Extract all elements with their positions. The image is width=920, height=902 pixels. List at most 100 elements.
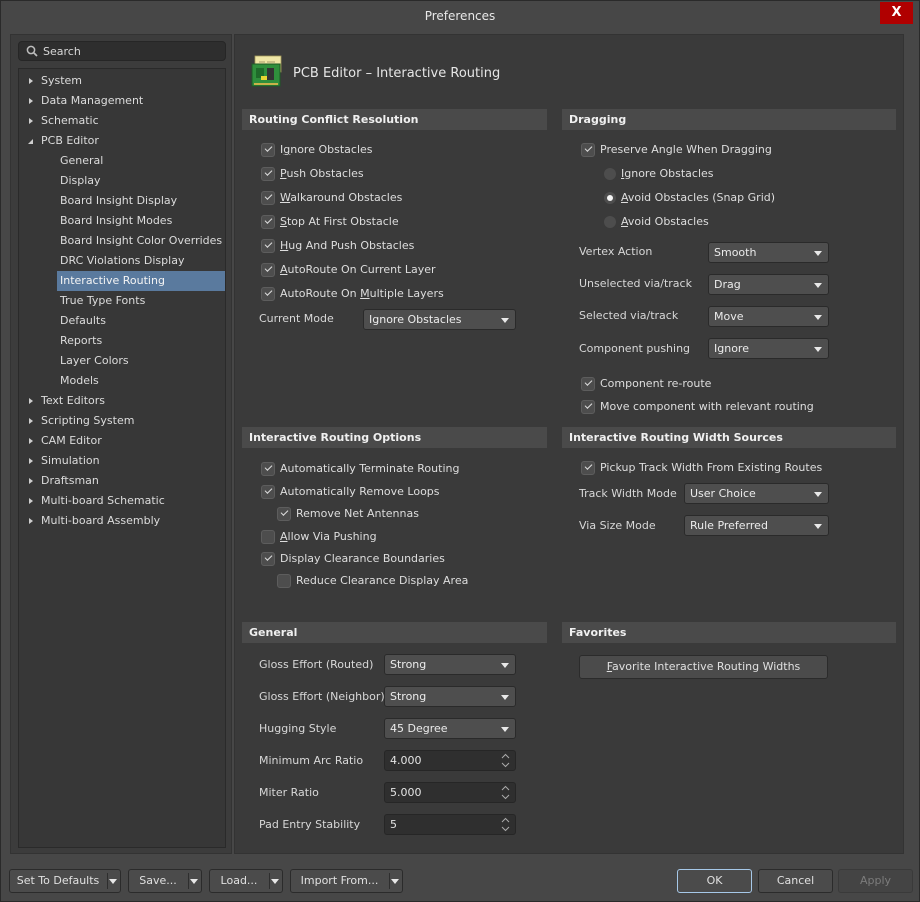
radio-button[interactable] xyxy=(604,168,616,180)
spinner-arrows-icon[interactable] xyxy=(501,817,510,832)
tree-item-reports[interactable]: Reports xyxy=(19,331,225,351)
tree-item-cam-editor[interactable]: CAM Editor xyxy=(19,431,225,451)
pad-entry-stability-input[interactable]: 5 xyxy=(384,814,516,835)
checkbox-box[interactable] xyxy=(261,287,275,301)
close-button[interactable]: X xyxy=(880,2,913,24)
set-to-defaults-button[interactable]: Set To Defaults xyxy=(9,869,121,893)
tree-item-label: Board Insight Color Overrides xyxy=(60,234,223,247)
expand-arrow-right-icon[interactable] xyxy=(27,71,37,91)
chevron-down-icon xyxy=(814,251,822,256)
min-arc-ratio-input[interactable]: 4.000 xyxy=(384,750,516,771)
tree-item-simulation[interactable]: Simulation xyxy=(19,451,225,471)
expand-arrow-right-icon[interactable] xyxy=(27,111,37,131)
tree-item-pcb-editor[interactable]: PCB Editor xyxy=(19,131,225,151)
import-from-button[interactable]: Import From... xyxy=(290,869,403,893)
spinner-arrows-icon[interactable] xyxy=(501,753,510,768)
checkbox-box[interactable] xyxy=(581,461,595,475)
gloss-effort-routed-dropdown[interactable]: Strong xyxy=(384,654,516,675)
vertex-action-dropdown[interactable]: Smooth xyxy=(708,242,829,263)
radio-button[interactable] xyxy=(604,216,616,228)
spinner-arrows-icon[interactable] xyxy=(501,785,510,800)
tree-item-label: Draftsman xyxy=(41,474,99,487)
tree-item-models[interactable]: Models xyxy=(19,371,225,391)
apply-button[interactable]: Apply xyxy=(838,869,913,893)
tree-item-schematic[interactable]: Schematic xyxy=(19,111,225,131)
tree-item-layer-colors[interactable]: Layer Colors xyxy=(19,351,225,371)
tree-item-true-type-fonts[interactable]: True Type Fonts xyxy=(19,291,225,311)
tree-item-scripting-system[interactable]: Scripting System xyxy=(19,411,225,431)
tree-item-defaults[interactable]: Defaults xyxy=(19,311,225,331)
component-pushing-label: Component pushing xyxy=(579,342,691,355)
expand-arrow-right-icon[interactable] xyxy=(27,511,37,531)
checkbox-box[interactable] xyxy=(277,574,291,588)
checkbox-box[interactable] xyxy=(581,143,595,157)
expand-arrow-right-icon[interactable] xyxy=(27,431,37,451)
checkbox-box[interactable] xyxy=(261,530,275,544)
tree-item-label: Schematic xyxy=(41,114,99,127)
tree-item-drc-violations-display[interactable]: DRC Violations Display xyxy=(19,251,225,271)
checkbox-label: Display Clearance Boundaries xyxy=(280,552,445,565)
chevron-down-icon[interactable] xyxy=(268,870,282,892)
tree-item-system[interactable]: System xyxy=(19,71,225,91)
tree-item-multi-board-schematic[interactable]: Multi-board Schematic xyxy=(19,491,225,511)
selected-via-track-label: Selected via/track xyxy=(579,309,679,322)
search-box[interactable] xyxy=(18,41,226,61)
checkbox-box[interactable] xyxy=(261,191,275,205)
chevron-down-icon[interactable] xyxy=(388,870,402,892)
tree-item-board-insight-display[interactable]: Board Insight Display xyxy=(19,191,225,211)
checkbox-box[interactable] xyxy=(261,239,275,253)
checkbox-box[interactable] xyxy=(261,215,275,229)
ok-button[interactable]: OK xyxy=(677,869,752,893)
unselected-via-track-dropdown[interactable]: Drag xyxy=(708,274,829,295)
checkbox-box[interactable] xyxy=(261,485,275,499)
expand-arrow-right-icon[interactable] xyxy=(27,91,37,111)
gloss-effort-neighbor-dropdown[interactable]: Strong xyxy=(384,686,516,707)
checkbox-box[interactable] xyxy=(581,377,595,391)
search-input[interactable] xyxy=(43,43,221,59)
tree-item-board-insight-modes[interactable]: Board Insight Modes xyxy=(19,211,225,231)
favorite-routing-widths-button[interactable]: Favorite Interactive Routing Widths xyxy=(579,655,828,679)
tree-item-text-editors[interactable]: Text Editors xyxy=(19,391,225,411)
track-width-mode-dropdown[interactable]: User Choice xyxy=(684,483,829,504)
selected-via-track-dropdown[interactable]: Move xyxy=(708,306,829,327)
component-pushing-dropdown[interactable]: Ignore xyxy=(708,338,829,359)
checkbox-box[interactable] xyxy=(261,143,275,157)
expand-arrow-right-icon[interactable] xyxy=(27,471,37,491)
chevron-down-icon xyxy=(501,318,509,323)
checkbox-label: Allow Via Pushing xyxy=(280,530,377,543)
tree-item-interactive-routing[interactable]: Interactive Routing xyxy=(19,271,225,291)
tree-item-label: DRC Violations Display xyxy=(60,254,185,267)
expand-arrow-right-icon[interactable] xyxy=(27,491,37,511)
expand-arrow-right-icon[interactable] xyxy=(27,411,37,431)
tree-item-multi-board-assembly[interactable]: Multi-board Assembly xyxy=(19,511,225,531)
chevron-down-icon[interactable] xyxy=(106,870,120,892)
chevron-down-icon[interactable] xyxy=(187,870,201,892)
checkbox-box[interactable] xyxy=(261,462,275,476)
expand-arrow-right-icon[interactable] xyxy=(27,391,37,411)
tree-item-label: True Type Fonts xyxy=(60,294,146,307)
expand-arrow-right-icon[interactable] xyxy=(27,451,37,471)
tree-item-general[interactable]: General xyxy=(19,151,225,171)
tree-item-label: Display xyxy=(60,174,101,187)
hugging-style-dropdown[interactable]: 45 Degree xyxy=(384,718,516,739)
tree-item-draftsman[interactable]: Draftsman xyxy=(19,471,225,491)
tree-item-label: Reports xyxy=(60,334,103,347)
via-size-mode-dropdown[interactable]: Rule Preferred xyxy=(684,515,829,536)
checkbox-label: Push Obstacles xyxy=(280,167,364,180)
checkbox-box[interactable] xyxy=(581,400,595,414)
pad-entry-stability-label: Pad Entry Stability xyxy=(259,818,361,831)
miter-ratio-input[interactable]: 5.000 xyxy=(384,782,516,803)
checkbox-box[interactable] xyxy=(261,167,275,181)
checkbox-box[interactable] xyxy=(261,552,275,566)
tree-item-board-insight-color-overrides[interactable]: Board Insight Color Overrides xyxy=(19,231,225,251)
radio-button[interactable] xyxy=(604,192,616,204)
checkbox-box[interactable] xyxy=(261,263,275,277)
tree-item-data-management[interactable]: Data Management xyxy=(19,91,225,111)
load-button[interactable]: Load... xyxy=(209,869,283,893)
tree-item-display[interactable]: Display xyxy=(19,171,225,191)
cancel-button[interactable]: Cancel xyxy=(758,869,833,893)
save-button[interactable]: Save... xyxy=(128,869,202,893)
checkbox-box[interactable] xyxy=(277,507,291,521)
current-mode-dropdown[interactable]: Ignore Obstacles xyxy=(363,309,516,330)
expand-arrow-down-icon[interactable] xyxy=(27,131,37,151)
